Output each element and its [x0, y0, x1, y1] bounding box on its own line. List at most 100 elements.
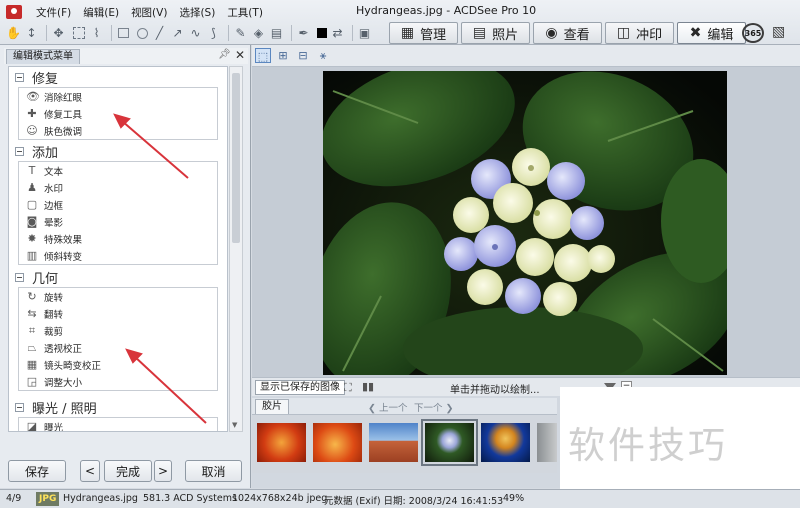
- section-add[interactable]: 添加: [9, 141, 227, 161]
- watermark-icon: ♟: [27, 180, 37, 194]
- tool-exposure[interactable]: ◪ 曝光: [19, 418, 217, 432]
- tab-develop[interactable]: ◫ 冲印: [605, 22, 674, 44]
- fit-to-window-icon[interactable]: ⛶: [344, 381, 352, 395]
- bandage-icon: ✚: [27, 106, 37, 120]
- color-swatch-icon[interactable]: [317, 28, 327, 38]
- tool-watermark[interactable]: ♟ 水印: [19, 179, 217, 196]
- tool-label: 水印: [44, 183, 64, 195]
- eraser-icon[interactable]: ◈: [251, 26, 266, 41]
- menu-edit[interactable]: 编辑(E): [77, 3, 125, 22]
- curve-icon[interactable]: ∿: [188, 26, 203, 41]
- tool-skin-tune[interactable]: ☺ 肤色微调: [19, 122, 217, 139]
- watermark-panel: 软件技巧: [560, 387, 800, 490]
- tab-view[interactable]: ◉ 查看: [533, 22, 602, 44]
- magic-wand-icon[interactable]: ⚹: [315, 48, 331, 63]
- tool-border[interactable]: ▢ 边框: [19, 196, 217, 213]
- title-toolbar: 文件(F) 编辑(E) 视图(V) 选择(S) 工具(T) Hydrangeas…: [0, 0, 800, 45]
- perspective-icon: ⏢: [27, 340, 37, 354]
- done-button[interactable]: 完成: [104, 460, 152, 482]
- tool-red-eye[interactable]: 👁︎ 消除红眼: [19, 88, 217, 105]
- gradient-icon[interactable]: ▤: [269, 26, 284, 41]
- image-icon[interactable]: ▣: [357, 26, 372, 41]
- tool-perspective[interactable]: ⏢ 透视校正: [19, 339, 217, 356]
- thumbnail-selected[interactable]: [421, 419, 478, 466]
- cancel-button[interactable]: 取消: [185, 460, 242, 482]
- tool-text[interactable]: T 文本: [19, 162, 217, 179]
- filmstrip-tab[interactable]: 胶片: [255, 399, 289, 414]
- tab-photos[interactable]: ▤ 照片: [461, 22, 530, 44]
- border-icon: ▢: [26, 197, 38, 211]
- show-saved-image-button[interactable]: 显示已保存的图像: [255, 380, 345, 395]
- thumbnail[interactable]: [537, 423, 557, 462]
- menu-select[interactable]: 选择(S): [173, 3, 221, 22]
- add-selection-icon[interactable]: ⊞: [275, 48, 291, 63]
- edit-mode-panel: 编辑模式菜单 📌︎ ✕ 修复 👁︎ 消除红眼 ✚ 修复工具 ☺ 肤色微调 添加 T 文本…: [0, 45, 251, 488]
- tab-manage[interactable]: ▦ 管理: [389, 22, 458, 44]
- hand-icon[interactable]: ✋: [6, 26, 21, 41]
- image-canvas[interactable]: [252, 67, 800, 377]
- tool-flip[interactable]: ⇆ 翻转: [19, 305, 217, 322]
- collapse-icon[interactable]: [15, 72, 24, 82]
- menu-view[interactable]: 视图(V): [125, 3, 173, 22]
- tool-label: 透视校正: [44, 343, 83, 355]
- section-exposure[interactable]: 曝光 / 照明: [9, 397, 227, 417]
- pin-icon[interactable]: 📌︎: [218, 49, 231, 60]
- subtract-selection-icon[interactable]: ⊟: [295, 48, 311, 63]
- tool-crop[interactable]: ⌗ 裁剪: [19, 322, 217, 339]
- app-icon[interactable]: [6, 5, 22, 19]
- arrow-line-icon[interactable]: ↗: [170, 26, 185, 41]
- tool-resize[interactable]: ◲ 调整大小: [19, 373, 217, 390]
- section-title: 修复: [32, 71, 59, 87]
- move-icon[interactable]: ✥: [51, 26, 66, 41]
- eyedropper-icon[interactable]: ✒: [296, 26, 311, 41]
- tab-label: 查看: [563, 27, 590, 43]
- menu-file[interactable]: 文件(F): [30, 3, 77, 22]
- flip-icon: ⇆: [27, 306, 37, 320]
- panel-scrollbar[interactable]: ▼: [229, 66, 243, 432]
- arrow-icon[interactable]: ↕: [24, 26, 39, 41]
- thumbnail[interactable]: [369, 423, 418, 462]
- tool-tilt-shift[interactable]: ▥ 倾斜转变: [19, 247, 217, 264]
- filmstrip-prev[interactable]: ❮ 上一个: [368, 400, 408, 414]
- marquee-select-icon[interactable]: ⬚: [255, 48, 271, 63]
- tool-label: 曝光: [44, 422, 64, 432]
- menu-tools[interactable]: 工具(T): [221, 3, 269, 22]
- tool-vignette[interactable]: ◙ 晕影: [19, 213, 217, 230]
- thumbnail[interactable]: [257, 423, 306, 462]
- tool-repair[interactable]: ✚ 修复工具: [19, 105, 217, 122]
- section-geometry[interactable]: 几何: [9, 267, 227, 287]
- tool-special-effects[interactable]: ✸ 特殊效果: [19, 230, 217, 247]
- tool-rotate[interactable]: ↻ 旋转: [19, 288, 217, 305]
- rectangle-icon[interactable]: [118, 28, 129, 38]
- lasso-icon[interactable]: ⌇: [89, 26, 104, 41]
- tab-edit[interactable]: ✖ 编辑: [677, 22, 746, 44]
- scroll-down-icon[interactable]: ▼: [232, 421, 237, 429]
- collapse-icon[interactable]: [15, 402, 24, 412]
- tool-label: 旋转: [44, 292, 64, 304]
- collapse-icon[interactable]: [15, 272, 24, 282]
- scroll-thumb[interactable]: [232, 73, 240, 243]
- brush-icon[interactable]: ✎: [233, 26, 248, 41]
- tool-lens-distortion[interactable]: ▦ 镜头畸变校正: [19, 356, 217, 373]
- save-button[interactable]: 保存: [8, 460, 66, 482]
- selection-icon[interactable]: [73, 27, 85, 39]
- ellipse-icon[interactable]: [137, 27, 148, 39]
- freehand-icon[interactable]: ⟆: [206, 26, 221, 41]
- thumbnail[interactable]: [313, 423, 362, 462]
- tab-label: 冲印: [636, 27, 663, 43]
- filmstrip-next[interactable]: 下一个 ❯: [414, 400, 454, 414]
- thumbnail[interactable]: [481, 423, 530, 462]
- dashboard-icon[interactable]: ▧: [772, 24, 785, 40]
- acdsee-365-icon[interactable]: 365: [742, 23, 764, 43]
- panel-buttons: 保存 < 完成 > 取消: [8, 460, 244, 482]
- collapse-icon[interactable]: [15, 146, 24, 156]
- previous-button[interactable]: <: [80, 460, 100, 482]
- histogram-icon[interactable]: ▮▮: [362, 380, 374, 393]
- next-button[interactable]: >: [154, 460, 172, 482]
- photos-icon: ▤: [472, 25, 487, 41]
- image-index: 4/9: [6, 493, 22, 504]
- close-icon[interactable]: ✕: [235, 48, 245, 62]
- section-repair[interactable]: 修复: [9, 67, 227, 87]
- line-icon[interactable]: ╱: [152, 26, 167, 41]
- swap-colors-icon[interactable]: ⇄: [330, 26, 345, 41]
